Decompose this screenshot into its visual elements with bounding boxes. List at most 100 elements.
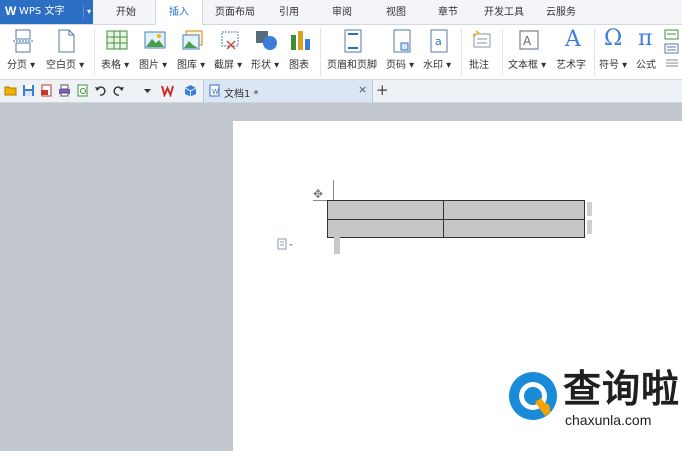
ribbon-separator — [502, 28, 503, 76]
app-menu-caret-icon[interactable]: ▾ — [83, 5, 94, 19]
blank-page-button[interactable]: 空白页 ▾ — [44, 25, 88, 79]
comment-button[interactable]: 批注 — [466, 25, 496, 79]
tab-insert[interactable]: 插入 — [155, 0, 203, 25]
redo-icon[interactable] — [112, 84, 125, 97]
row-end-marker — [587, 220, 592, 234]
chart-label: 图表 — [289, 60, 309, 71]
document-tab[interactable]: W 文档1 * × — [203, 80, 373, 102]
close-tab-icon[interactable]: × — [358, 83, 367, 96]
tab-references[interactable]: 引用 — [274, 0, 304, 24]
print-preview-icon[interactable] — [76, 84, 89, 97]
ribbon-separator — [461, 28, 462, 76]
attachment-icon[interactable] — [664, 43, 680, 55]
watermark-icon: a — [430, 29, 448, 53]
save-icon[interactable] — [22, 84, 35, 97]
comment-label: 批注 — [469, 60, 489, 71]
table-cell[interactable] — [327, 218, 444, 238]
new-tab-button[interactable]: + — [376, 81, 389, 99]
wordart-icon: A — [565, 27, 581, 52]
document-icon: W — [209, 84, 220, 97]
blank-page-label: 空白页 ▾ — [46, 60, 85, 71]
page-number-button[interactable]: 页码 ▾ — [384, 25, 420, 79]
comment-icon — [472, 30, 491, 48]
picture-button[interactable]: 图片 ▾ — [138, 25, 172, 79]
textbox-label: 文本框 ▾ — [508, 60, 547, 71]
screenshot-label: 截屏 ▾ — [214, 60, 243, 71]
textbox-icon: A — [519, 30, 539, 50]
shape-button[interactable]: 形状 ▾ — [250, 25, 284, 79]
field-icon[interactable] — [664, 29, 680, 41]
table-row — [327, 218, 585, 238]
undo-icon[interactable] — [94, 84, 107, 97]
search-logo-icon — [509, 372, 557, 420]
document-tab-name: 文档1 * — [224, 89, 259, 100]
table-move-handle-icon[interactable]: ✥ — [313, 187, 327, 201]
page-number-icon — [393, 29, 411, 53]
watermark-brand: 查询啦 — [563, 367, 681, 411]
print-icon[interactable] — [58, 84, 71, 97]
pi-icon: π — [638, 26, 653, 51]
picture-label: 图片 ▾ — [139, 60, 168, 71]
svg-text:W: W — [212, 88, 219, 96]
table-button[interactable]: 表格 ▾ — [100, 25, 134, 79]
shape-label: 形状 ▾ — [251, 60, 280, 71]
ribbon: 分页 ▾ 空白页 ▾ 表格 ▾ 图片 ▾ 图库 ▾ 截屏 ▾ 形状 ▾ 图表 页… — [0, 25, 682, 80]
paragraph-cursor — [334, 236, 340, 254]
tab-home[interactable]: 开始 — [110, 0, 142, 24]
header-footer-label: 页眉和页脚 — [327, 60, 377, 71]
textbox-button[interactable]: A 文本框 ▾ — [506, 25, 552, 79]
crop-mark — [333, 180, 334, 200]
ribbon-separator — [320, 28, 321, 76]
svg-text:a: a — [435, 35, 442, 48]
menu-bar: W WPS 文字 ▾ 开始 插入 页面布局 引用 审阅 视图 章节 开发工具 云… — [0, 0, 682, 25]
omega-icon: Ω — [604, 26, 623, 51]
open-folder-icon[interactable] — [4, 84, 17, 97]
row-end-marker — [587, 202, 592, 216]
shape-icon — [256, 31, 277, 50]
table-cell[interactable] — [443, 200, 585, 220]
tab-developer[interactable]: 开发工具 — [480, 0, 528, 24]
tab-view[interactable]: 视图 — [381, 0, 411, 24]
app-title: WPS 文字 — [19, 6, 65, 17]
ribbon-separator — [594, 28, 595, 76]
ribbon-separator — [94, 28, 95, 76]
gallery-label: 图库 ▾ — [177, 60, 206, 71]
svg-text:A: A — [523, 34, 532, 48]
chart-button[interactable]: 图表 — [287, 25, 313, 79]
gallery-button[interactable]: 图库 ▾ — [176, 25, 210, 79]
tab-page-layout[interactable]: 页面布局 — [210, 0, 260, 24]
picture-icon — [144, 31, 166, 49]
formula-label: 公式 — [636, 60, 656, 71]
app-menu-button[interactable]: W WPS 文字 ▾ — [0, 0, 93, 24]
header-footer-button[interactable]: 页眉和页脚 — [325, 25, 381, 79]
watermark-url: chaxunla.com — [565, 412, 652, 428]
wordart-label: 艺术字 — [556, 60, 586, 71]
more-icon[interactable] — [664, 57, 680, 69]
formula-button[interactable]: π 公式 — [633, 25, 661, 79]
tab-cloud[interactable]: 云服务 — [541, 0, 581, 24]
cloud-doc-icon[interactable] — [184, 84, 197, 97]
gallery-icon — [182, 30, 203, 50]
wps-logo-icon: W — [5, 4, 17, 18]
header-footer-icon — [344, 29, 362, 53]
tab-chapter[interactable]: 章节 — [433, 0, 463, 24]
screenshot-icon — [221, 31, 239, 50]
page-number-label: 页码 ▾ — [386, 60, 415, 71]
export-pdf-icon[interactable] — [40, 84, 53, 97]
page-break-button[interactable]: 分页 ▾ — [4, 25, 40, 79]
tab-review[interactable]: 审阅 — [327, 0, 357, 24]
screenshot-button[interactable]: 截屏 ▾ — [213, 25, 247, 79]
wps-home-icon[interactable] — [161, 84, 174, 97]
symbol-button[interactable]: Ω 符号 ▾ — [598, 25, 630, 79]
table-cell[interactable] — [443, 218, 585, 238]
document-table[interactable] — [327, 200, 585, 238]
table-cell[interactable] — [327, 200, 444, 220]
page-break-label: 分页 ▾ — [7, 60, 36, 71]
chart-icon — [291, 31, 310, 50]
wordart-button[interactable]: A 艺术字 — [555, 25, 591, 79]
table-row — [327, 200, 585, 220]
customize-toolbar-icon[interactable] — [141, 84, 154, 97]
site-watermark: 查询啦 chaxunla.com — [505, 367, 679, 438]
watermark-button[interactable]: a 水印 ▾ — [421, 25, 457, 79]
paste-options-icon[interactable] — [276, 237, 296, 251]
